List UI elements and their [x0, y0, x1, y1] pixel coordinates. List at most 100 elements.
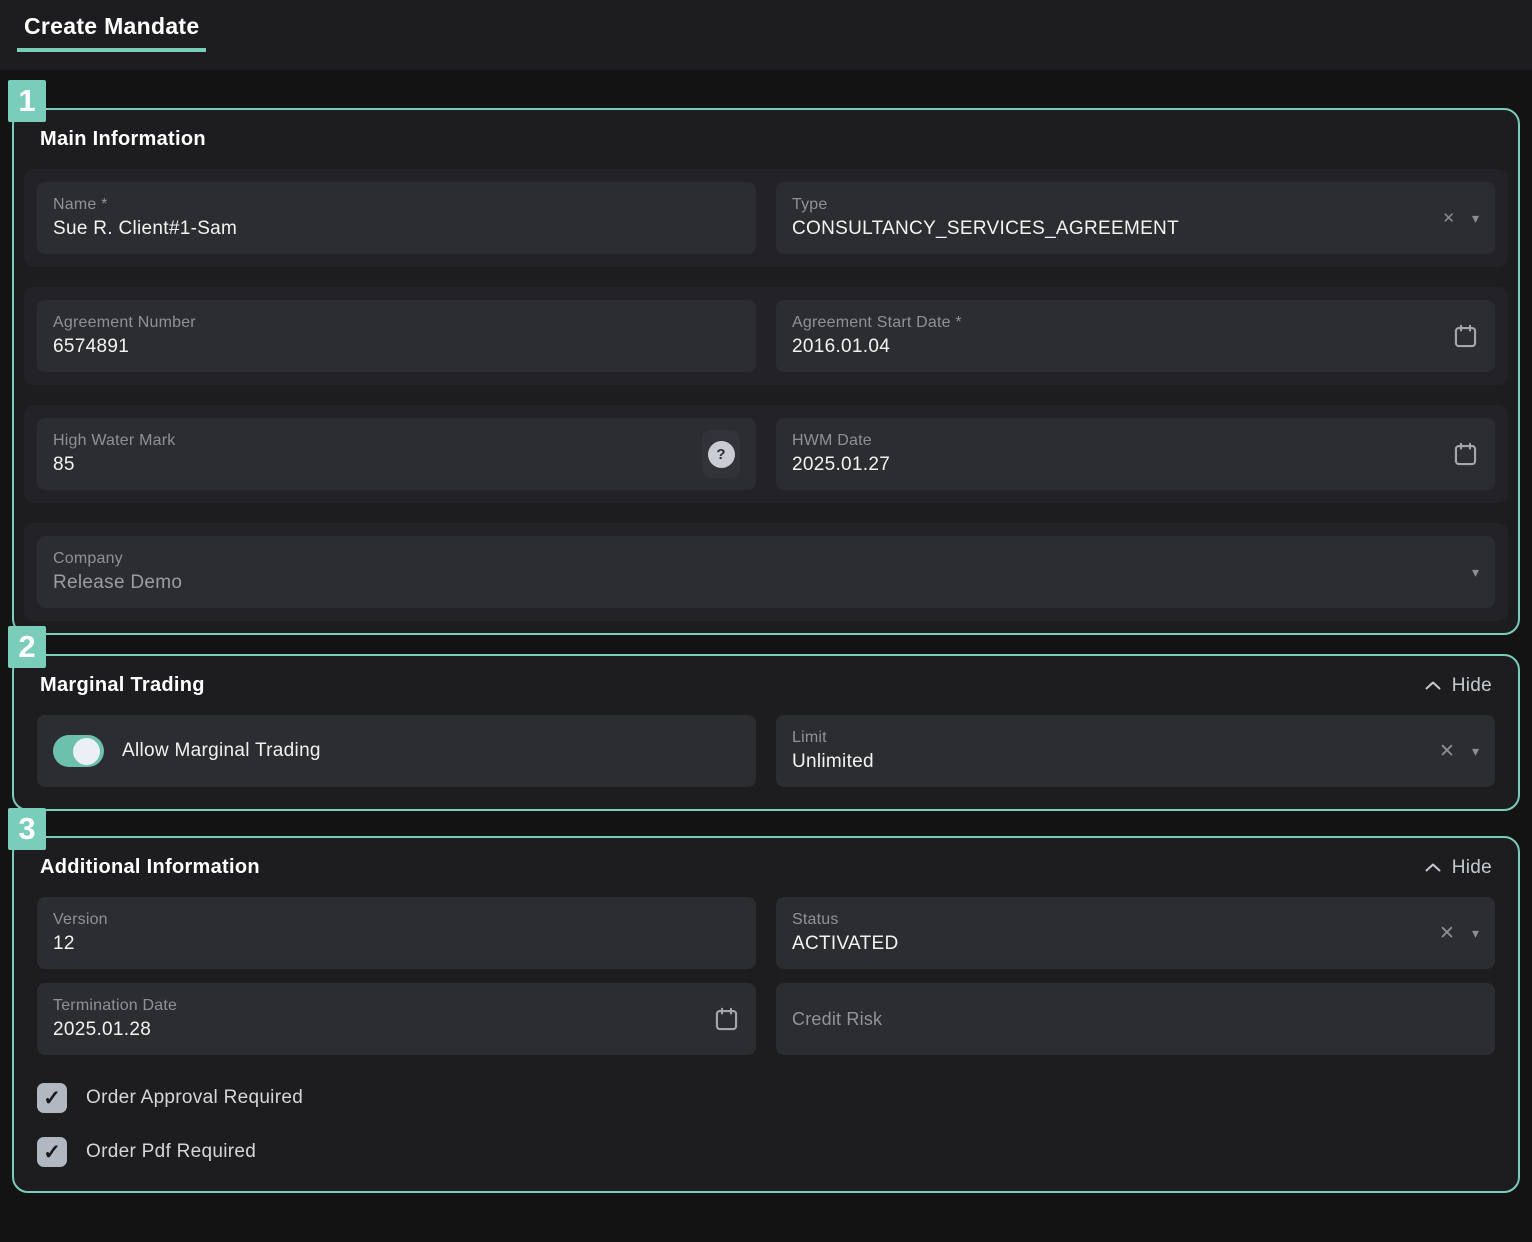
caret-down-icon[interactable]: ▾	[1472, 211, 1479, 225]
status-value: ACTIVATED	[792, 933, 1425, 955]
toggle-knob	[73, 738, 100, 765]
status-select[interactable]: Status ACTIVATED ✕ ▾	[776, 897, 1495, 969]
company-value: Release Demo	[53, 572, 1458, 594]
field-content: Termination Date 2025.01.28	[53, 997, 699, 1041]
calendar-icon[interactable]	[713, 1006, 740, 1033]
section-title-main-information: Main Information	[40, 128, 206, 151]
field-row: Company Release Demo ▾	[24, 523, 1508, 621]
order-pdf-required-label: Order Pdf Required	[86, 1141, 256, 1163]
agreement-start-date-value: 2016.01.04	[792, 336, 1438, 358]
checkbox-checked-icon: ✓	[37, 1137, 67, 1167]
limit-select[interactable]: Limit Unlimited ✕ ▾	[776, 715, 1495, 787]
high-water-mark-label: High Water Mark	[53, 432, 688, 450]
version-value: 12	[53, 933, 740, 955]
limit-value: Unlimited	[792, 751, 1425, 773]
caret-down-icon[interactable]: ▾	[1472, 744, 1479, 758]
field-controls: ✕ ▾	[1439, 924, 1479, 943]
agreement-number-value: 6574891	[53, 336, 740, 358]
field-content: Type CONSULTANCY_SERVICES_AGREEMENT	[792, 196, 1428, 240]
clear-icon[interactable]: ✕	[1442, 211, 1455, 226]
hwm-date-value: 2025.01.27	[792, 454, 1438, 476]
hide-label: Hide	[1452, 675, 1492, 697]
section-additional-information: 3 Additional Information Hide Version 12…	[12, 836, 1520, 1193]
section-title-marginal-trading: Marginal Trading	[40, 674, 205, 697]
field-content: HWM Date 2025.01.27	[792, 432, 1438, 476]
agreement-number-label: Agreement Number	[53, 314, 740, 332]
step-badge-2: 2	[8, 626, 46, 668]
order-approval-required-checkbox[interactable]: ✓ Order Approval Required	[37, 1083, 1495, 1113]
termination-date-label: Termination Date	[53, 997, 699, 1015]
clear-icon[interactable]: ✕	[1439, 742, 1455, 761]
caret-down-icon[interactable]: ▾	[1472, 926, 1479, 940]
allow-marginal-trading-row: Allow Marginal Trading	[37, 715, 756, 787]
page-title: Create Mandate	[17, 0, 206, 52]
field-controls: ▾	[1472, 565, 1479, 579]
company-select[interactable]: Company Release Demo ▾	[37, 536, 1495, 608]
field-content: Company Release Demo	[53, 550, 1458, 594]
credit-risk-input[interactable]: Credit Risk	[776, 983, 1495, 1055]
help-button[interactable]: ?	[702, 430, 740, 478]
field-controls: ✕ ▾	[1442, 211, 1479, 226]
clear-icon[interactable]: ✕	[1439, 924, 1455, 943]
hide-label: Hide	[1452, 857, 1492, 879]
status-label: Status	[792, 911, 1425, 929]
type-select[interactable]: Type CONSULTANCY_SERVICES_AGREEMENT ✕ ▾	[776, 182, 1495, 254]
chevron-up-icon	[1425, 681, 1441, 690]
credit-risk-label: Credit Risk	[792, 1009, 1479, 1030]
field-row: High Water Mark 85 ? HWM Date 2025.01.27	[24, 405, 1508, 503]
step-badge-3: 3	[8, 808, 46, 850]
termination-date-picker[interactable]: Termination Date 2025.01.28	[37, 983, 756, 1055]
field-content: Agreement Number 6574891	[53, 314, 740, 358]
order-pdf-required-checkbox[interactable]: ✓ Order Pdf Required	[37, 1137, 1495, 1167]
hwm-date-label: HWM Date	[792, 432, 1438, 450]
field-content: Name * Sue R. Client#1-Sam	[53, 196, 740, 240]
section-marginal-trading: 2 Marginal Trading Hide Allow Marginal T…	[12, 654, 1520, 811]
section-header: Main Information	[40, 128, 1492, 151]
field-row: Allow Marginal Trading Limit Unlimited ✕…	[37, 715, 1495, 787]
help-icon: ?	[708, 441, 735, 468]
field-content: Limit Unlimited	[792, 729, 1425, 773]
name-value: Sue R. Client#1-Sam	[53, 218, 740, 240]
field-content: Version 12	[53, 911, 740, 955]
field-controls	[1452, 441, 1479, 468]
field-controls	[1452, 323, 1479, 350]
field-content: High Water Mark 85	[53, 432, 688, 476]
main-information-rows: Name * Sue R. Client#1-Sam Type CONSULTA…	[24, 169, 1508, 621]
calendar-icon[interactable]	[1452, 323, 1479, 350]
limit-label: Limit	[792, 729, 1425, 747]
company-label: Company	[53, 550, 1458, 568]
caret-down-icon[interactable]: ▾	[1472, 565, 1479, 579]
name-label: Name *	[53, 196, 740, 214]
section-header: Additional Information Hide	[40, 856, 1492, 879]
field-row: Name * Sue R. Client#1-Sam Type CONSULTA…	[24, 169, 1508, 267]
allow-marginal-trading-toggle[interactable]	[53, 735, 104, 767]
field-row: Termination Date 2025.01.28 Credit Risk	[37, 983, 1495, 1055]
additional-information-rows: Version 12 Status ACTIVATED ✕ ▾	[24, 897, 1508, 1055]
field-row: Version 12 Status ACTIVATED ✕ ▾	[37, 897, 1495, 969]
version-input[interactable]: Version 12	[37, 897, 756, 969]
hwm-date-picker[interactable]: HWM Date 2025.01.27	[776, 418, 1495, 490]
type-value: CONSULTANCY_SERVICES_AGREEMENT	[792, 218, 1428, 240]
agreement-start-date-picker[interactable]: Agreement Start Date * 2016.01.04	[776, 300, 1495, 372]
field-content: Agreement Start Date * 2016.01.04	[792, 314, 1438, 358]
calendar-icon[interactable]	[1452, 441, 1479, 468]
name-input[interactable]: Name * Sue R. Client#1-Sam	[37, 182, 756, 254]
high-water-mark-input[interactable]: High Water Mark 85 ?	[37, 418, 756, 490]
agreement-number-input[interactable]: Agreement Number 6574891	[37, 300, 756, 372]
top-bar: Create Mandate	[0, 0, 1532, 70]
hide-section-button[interactable]: Hide	[1425, 675, 1492, 697]
allow-marginal-trading-label: Allow Marginal Trading	[122, 740, 321, 762]
field-content: Status ACTIVATED	[792, 911, 1425, 955]
version-label: Version	[53, 911, 740, 929]
high-water-mark-value: 85	[53, 454, 688, 476]
create-mandate-form: 1 Main Information Name * Sue R. Client#…	[0, 108, 1532, 1193]
chevron-up-icon	[1425, 863, 1441, 872]
field-row: Agreement Number 6574891 Agreement Start…	[24, 287, 1508, 385]
field-controls: ✕ ▾	[1439, 742, 1479, 761]
section-header: Marginal Trading Hide	[40, 674, 1492, 697]
field-content: Credit Risk	[792, 1009, 1479, 1030]
section-title-additional-information: Additional Information	[40, 856, 260, 879]
order-approval-required-label: Order Approval Required	[86, 1087, 303, 1109]
agreement-start-date-label: Agreement Start Date *	[792, 314, 1438, 332]
hide-section-button[interactable]: Hide	[1425, 857, 1492, 879]
